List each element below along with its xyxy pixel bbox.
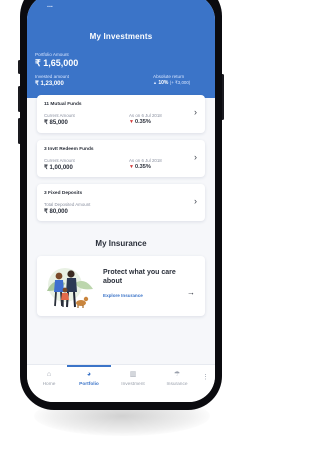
card-return: ▼0.35% xyxy=(129,164,151,170)
nav-item-insurance[interactable]: ☂ Insurance xyxy=(155,365,199,395)
card-return-value: 0.35% xyxy=(134,119,151,125)
portfolio-amount-value: ₹ 1,65,000 xyxy=(35,58,79,68)
more-options-icon[interactable]: ⋮ xyxy=(202,373,209,381)
home-icon: ⌂ xyxy=(46,371,52,378)
nav-label-portfolio: Portfolio xyxy=(79,382,99,387)
fixed-deposits-card[interactable]: 3 Fixed Deposits Total Deposited Amount … xyxy=(37,184,205,221)
arrow-right-icon[interactable]: → xyxy=(187,288,195,297)
bottom-navigation: ⌂ Home ◕ Portfolio ▥ Investment ☂ Insura… xyxy=(27,364,215,402)
nav-item-home[interactable]: ⌂ Home xyxy=(27,365,71,395)
status-bar-time: ... xyxy=(47,2,53,9)
invit-funds-card[interactable]: 3 InvIt Redeem Funds Current Amount ₹ 1,… xyxy=(37,140,205,177)
card-date-label: As on 6 Jul 2018 xyxy=(129,113,162,118)
absolute-return-value: 10% xyxy=(158,80,169,86)
pie-chart-icon: ◕ xyxy=(86,371,92,378)
down-arrow-icon: ▼ xyxy=(129,119,134,125)
nav-label-investment: Investment xyxy=(121,382,145,387)
card-amount-value: ₹ 1,00,000 xyxy=(44,165,73,171)
umbrella-icon: ☂ xyxy=(173,371,181,378)
app-screen: ... My Investments Portfolio Amount ₹ 1,… xyxy=(27,0,215,402)
mutual-funds-card[interactable]: 11 Mutual Funds Current Amount ₹ 85,000 … xyxy=(37,95,205,133)
card-title: 11 Mutual Funds xyxy=(44,102,82,107)
portfolio-amount-label: Portfolio Amount xyxy=(35,52,69,57)
invested-amount-label: Invested amount xyxy=(35,74,69,79)
card-title: 3 InvIt Redeem Funds xyxy=(44,147,94,152)
chevron-right-icon: › xyxy=(194,107,197,117)
card-amount-label: Current Amount xyxy=(44,113,75,118)
card-amount-label: Total Deposited Amount xyxy=(44,202,91,207)
card-title: 3 Fixed Deposits xyxy=(44,191,83,196)
card-amount-value: ₹ 80,000 xyxy=(44,209,68,215)
chevron-right-icon: › xyxy=(194,196,197,206)
card-date-label: As on 6 Jul 2018 xyxy=(129,158,162,163)
insurance-section-title: My Insurance xyxy=(95,239,147,248)
absolute-return-label: Absolute return xyxy=(153,74,185,79)
return-up-arrow-icon: ▲ xyxy=(153,80,157,85)
insurance-promo-card[interactable]: Protect what you care about Explore Insu… xyxy=(37,256,205,316)
nav-item-investment[interactable]: ▥ Investment xyxy=(111,365,155,395)
invested-amount-value: ₹ 1,23,000 xyxy=(35,81,64,87)
absolute-return-amount: (+ ₹3,000) xyxy=(169,80,191,85)
nav-item-portfolio[interactable]: ◕ Portfolio xyxy=(67,365,111,395)
nav-label-home: Home xyxy=(42,382,56,387)
card-amount-label: Current Amount xyxy=(44,158,75,163)
down-arrow-icon: ▼ xyxy=(129,164,134,170)
explore-insurance-link[interactable]: Explore Insurance xyxy=(103,293,143,298)
absolute-return-row: ▲ 10% (+ ₹3,000) xyxy=(153,80,190,86)
chevron-right-icon: › xyxy=(194,152,197,162)
nav-label-insurance: Insurance xyxy=(166,382,188,387)
insurance-headline: Protect what you care about xyxy=(103,269,176,285)
active-tab-indicator xyxy=(67,365,111,367)
bar-chart-icon: ▥ xyxy=(129,371,137,378)
investments-header: ... My Investments Portfolio Amount ₹ 1,… xyxy=(27,0,215,98)
card-return-value: 0.35% xyxy=(134,164,151,170)
family-illustration xyxy=(47,268,93,308)
page-title: My Investments xyxy=(89,32,153,41)
card-return: ▼0.35% xyxy=(129,119,151,125)
card-amount-value: ₹ 85,000 xyxy=(44,120,68,126)
